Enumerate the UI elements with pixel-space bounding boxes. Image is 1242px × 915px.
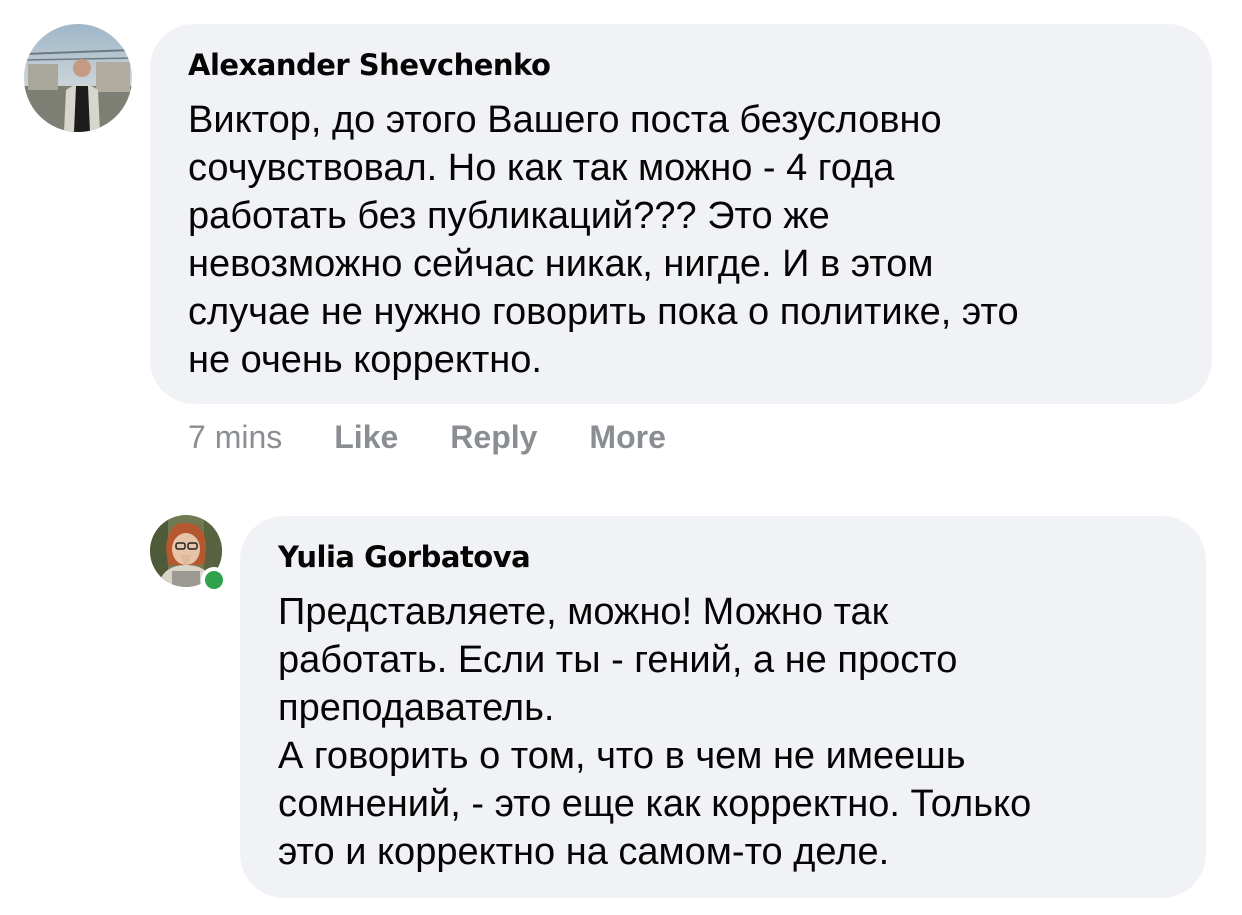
online-status-indicator (201, 567, 227, 593)
more-button[interactable]: More (589, 419, 665, 456)
comment-text-line: преподаватель. (278, 687, 555, 729)
comment-timestamp[interactable]: 7 mins (188, 419, 282, 456)
comment-text-line: Представляете, можно! Можно так (278, 591, 889, 633)
comment-author[interactable]: Alexander Shevchenko (188, 48, 1174, 82)
comment-text-line: не очень корректно. (188, 339, 542, 381)
comment-bubble: Alexander Shevchenko Виктор, до этого Ва… (150, 24, 1212, 404)
comment-text-line: это и корректно на самом-то деле. (278, 831, 890, 873)
comment-author[interactable]: Yulia Gorbatova (278, 540, 1168, 574)
comment-text: Виктор, до этого Вашего поста безусловно… (188, 96, 1174, 384)
comment-text-line: сомнений, - это еще как корректно. Тольк… (278, 783, 1032, 825)
comment-bubble: Yulia Gorbatova Представляете, можно! Мо… (240, 516, 1206, 898)
like-button[interactable]: Like (334, 419, 398, 456)
comment-text-line: Виктор, до этого Вашего поста безусловно (188, 99, 942, 141)
avatar-alexander-shevchenko[interactable] (24, 24, 132, 132)
comment-text-line: невозможно сейчас никак, нигде. И в этом (188, 243, 934, 285)
reply-button[interactable]: Reply (450, 419, 537, 456)
comment-text-line: сочувствовал. Но как так можно - 4 года (188, 147, 895, 189)
comment-text: Представляете, можно! Можно так работать… (278, 588, 1168, 876)
comment-actions: 7 mins Like Reply More (188, 419, 666, 456)
user-photo-avatar-icon (24, 24, 132, 132)
comment-text-line: случае не нужно говорить пока о политике… (188, 291, 1019, 333)
comment-text-line: А говорить о том, что в чем не имеешь (278, 735, 966, 777)
comment-text-line: работать без публикаций??? Это же (188, 195, 830, 237)
comment-text-line: работать. Если ты - гений, а не просто (278, 639, 958, 681)
